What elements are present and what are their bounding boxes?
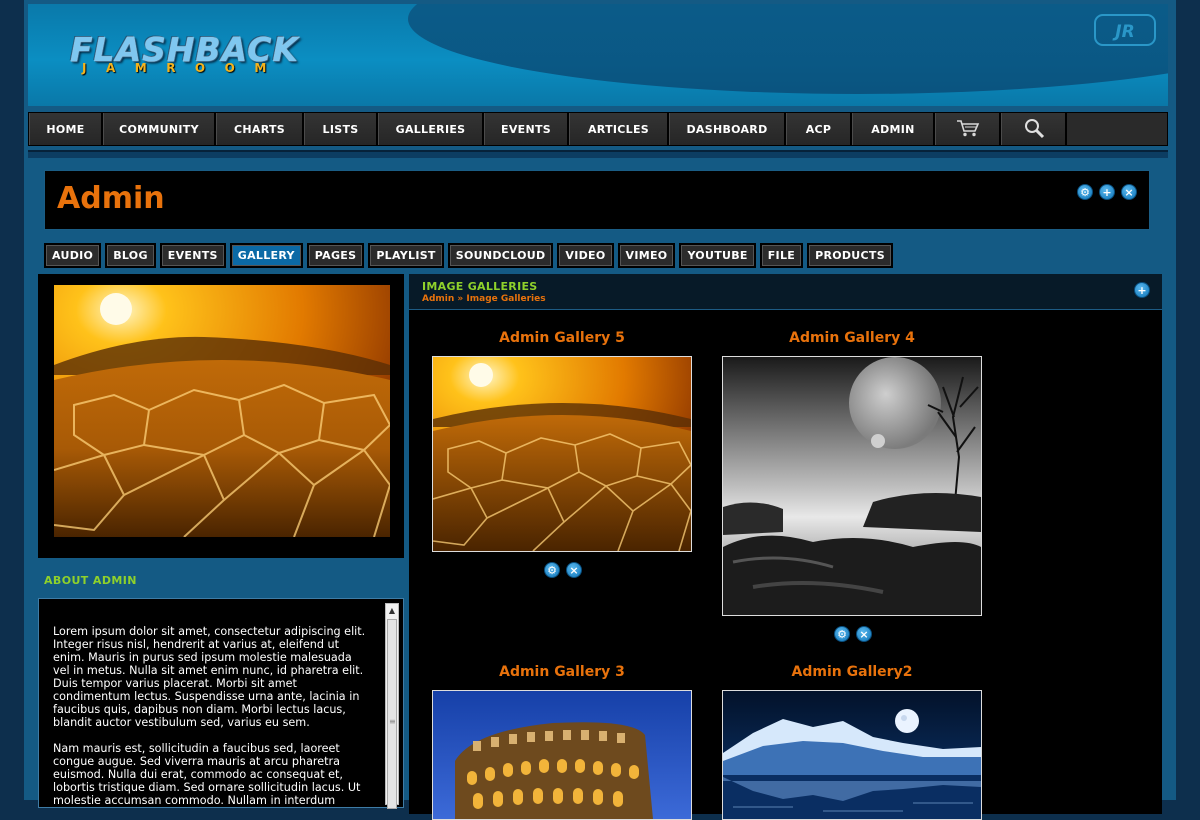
nav-item-articles[interactable]: ARTICLES xyxy=(569,113,669,145)
gallery-title[interactable]: Admin Gallery 4 xyxy=(722,330,982,346)
gallery-thumbnail-snowy-mountain-lake[interactable] xyxy=(722,690,982,820)
profile-image[interactable] xyxy=(53,285,392,538)
nav-item-charts[interactable]: CHARTS xyxy=(216,113,304,145)
gallery-thumbnail-moon-landscape[interactable] xyxy=(722,356,982,616)
nav-item-galleries[interactable]: GALLERIES xyxy=(378,113,484,145)
nav-item-events[interactable]: EVENTS xyxy=(484,113,569,145)
gallery-title[interactable]: Admin Gallery 5 xyxy=(432,330,692,346)
jamroom-badge: JR xyxy=(1094,14,1156,46)
breadcrumb-separator: » xyxy=(457,294,464,304)
nav-item-acp[interactable]: ACP xyxy=(786,113,852,145)
tab-soundcloud[interactable]: SOUNDCLOUD xyxy=(447,243,554,268)
grip-icon: ≡ xyxy=(389,717,396,726)
profile-actions: ⚙ + × xyxy=(1077,184,1137,200)
about-heading: ABOUT ADMIN xyxy=(44,574,137,587)
gear-icon[interactable]: ⚙ xyxy=(834,626,850,642)
site-logo-subtitle: JAMROOM xyxy=(82,61,286,75)
gallery-title[interactable]: Admin Gallery2 xyxy=(722,664,982,680)
tab-vimeo[interactable]: VIMEO xyxy=(617,243,676,268)
plus-icon: + xyxy=(1134,282,1150,298)
about-box: Lorem ipsum dolor sit amet, consectetur … xyxy=(38,598,404,809)
tab-playlist[interactable]: PLAYLIST xyxy=(368,243,444,268)
gallery-heading: IMAGE GALLERIES xyxy=(422,280,538,293)
page-frame: FLASHBACK JAMROOM JR HOME COMMUNITY CHAR… xyxy=(24,0,1176,820)
site-header: FLASHBACK JAMROOM JR xyxy=(28,4,1168,106)
tab-products[interactable]: PRODUCTS xyxy=(807,243,893,268)
nav-divider xyxy=(28,150,1168,158)
gallery-actions: ⚙ × xyxy=(544,562,582,578)
tab-youtube[interactable]: YOUTUBE xyxy=(679,243,756,268)
tab-blog[interactable]: BLOG xyxy=(105,243,156,268)
profile-tabs: AUDIO BLOG EVENTS GALLERY PAGES PLAYLIST… xyxy=(44,243,893,268)
main-nav: HOME COMMUNITY CHARTS LISTS GALLERIES EV… xyxy=(28,112,1168,146)
breadcrumb-image-galleries[interactable]: Image Galleries xyxy=(466,294,545,304)
gear-icon[interactable]: ⚙ xyxy=(1077,184,1093,200)
nav-item-community[interactable]: COMMUNITY xyxy=(103,113,216,145)
nav-item-lists[interactable]: LISTS xyxy=(304,113,378,145)
close-icon[interactable]: × xyxy=(566,562,582,578)
nav-item-admin[interactable]: ADMIN xyxy=(852,113,935,145)
page-title: Admin xyxy=(57,181,165,216)
about-paragraph: Lorem ipsum dolor sit amet, consectetur … xyxy=(53,625,366,729)
nav-search-button[interactable] xyxy=(1001,113,1067,145)
gallery-actions: ⚙ × xyxy=(834,626,872,642)
search-icon xyxy=(1023,117,1045,142)
close-icon[interactable]: × xyxy=(1121,184,1137,200)
tab-file[interactable]: FILE xyxy=(759,243,804,268)
tab-video[interactable]: VIDEO xyxy=(557,243,614,268)
gallery-thumbnail-desert[interactable] xyxy=(432,356,692,552)
about-text: Lorem ipsum dolor sit amet, consectetur … xyxy=(53,625,369,820)
about-paragraph: Nam mauris est, sollicitudin a faucibus … xyxy=(53,742,361,807)
tab-events[interactable]: EVENTS xyxy=(159,243,226,268)
header-wave-decoration xyxy=(408,4,1168,94)
add-gallery-button[interactable]: + xyxy=(1134,282,1150,298)
gallery-thumbnail-colosseum[interactable] xyxy=(432,690,692,820)
tab-gallery[interactable]: GALLERY xyxy=(229,243,303,268)
breadcrumb: Admin » Image Galleries xyxy=(422,294,546,304)
nav-cart-button[interactable] xyxy=(935,113,1001,145)
close-icon[interactable]: × xyxy=(856,626,872,642)
plus-icon[interactable]: + xyxy=(1099,184,1115,200)
scroll-up-arrow-icon[interactable]: ▲ xyxy=(386,604,398,618)
tab-audio[interactable]: AUDIO xyxy=(44,243,102,268)
tab-pages[interactable]: PAGES xyxy=(306,243,365,268)
scroll-thumb[interactable]: ≡ xyxy=(387,619,397,809)
gallery-title[interactable]: Admin Gallery 3 xyxy=(432,664,692,680)
profile-image-box xyxy=(38,274,404,558)
nav-item-home[interactable]: HOME xyxy=(29,113,103,145)
gallery-panel: IMAGE GALLERIES Admin » Image Galleries … xyxy=(409,274,1162,820)
gear-icon[interactable]: ⚙ xyxy=(544,562,560,578)
gallery-header: IMAGE GALLERIES Admin » Image Galleries … xyxy=(409,274,1162,310)
about-scrollbar[interactable]: ▲ ≡ xyxy=(385,603,399,809)
breadcrumb-admin[interactable]: Admin xyxy=(422,294,454,304)
profile-title-panel: Admin ⚙ + × xyxy=(44,170,1150,230)
cart-icon xyxy=(956,118,980,141)
nav-item-dashboard[interactable]: DASHBOARD xyxy=(669,113,786,145)
